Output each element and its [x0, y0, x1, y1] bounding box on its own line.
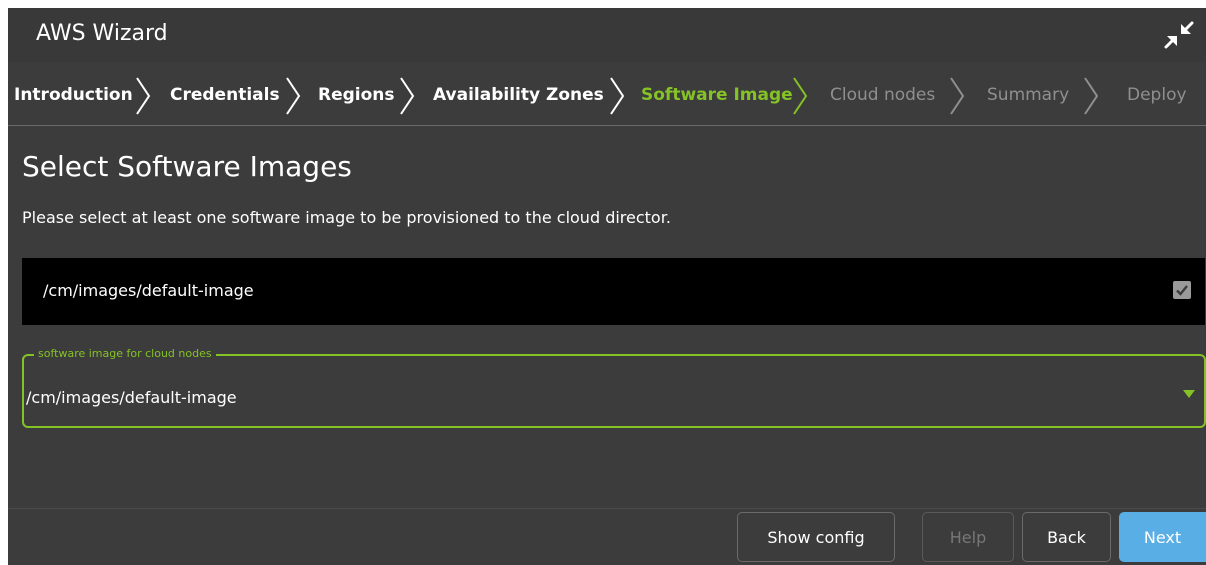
aws-wizard-window: AWS Wizard Introduction Credentials Regi…	[8, 8, 1206, 565]
title-bar: AWS Wizard	[8, 8, 1206, 62]
cloud-node-image-label: software image for cloud nodes	[34, 347, 216, 360]
next-button[interactable]: Next	[1119, 512, 1206, 562]
chevron-right-icon	[950, 77, 965, 115]
software-image-row[interactable]: /cm/images/default-image	[22, 258, 1205, 325]
step-availability-zones[interactable]: Availability Zones	[433, 70, 604, 122]
chevron-right-icon	[793, 77, 808, 115]
software-image-checkbox[interactable]	[1173, 281, 1191, 299]
help-button[interactable]: Help	[922, 512, 1014, 562]
software-image-path: /cm/images/default-image	[43, 281, 254, 300]
chevron-right-icon	[1084, 77, 1099, 115]
footer-divider	[8, 508, 1206, 509]
step-cloud-nodes: Cloud nodes	[830, 85, 936, 105]
show-config-button[interactable]: Show config	[737, 512, 895, 562]
collapse-arrows-icon[interactable]	[1164, 21, 1194, 49]
page-description: Please select at least one software imag…	[22, 208, 671, 227]
checkmark-icon	[1176, 285, 1188, 296]
caret-down-icon[interactable]	[1182, 389, 1196, 399]
chevron-right-icon	[136, 77, 151, 115]
chevron-right-icon	[286, 77, 301, 115]
step-deploy: Deploy	[1127, 85, 1187, 105]
page-title: Select Software Images	[22, 150, 352, 183]
chevron-right-icon	[610, 77, 625, 115]
steps-divider	[8, 125, 1206, 126]
chevron-right-icon	[400, 77, 415, 115]
back-button[interactable]: Back	[1022, 512, 1111, 562]
wizard-steps: Introduction Credentials Regions Availab…	[8, 70, 1206, 122]
window-title: AWS Wizard	[36, 21, 168, 46]
step-summary: Summary	[987, 85, 1070, 105]
cloud-node-image-select[interactable]: software image for cloud nodes /cm/image…	[22, 347, 1206, 428]
cloud-node-image-value: /cm/images/default-image	[26, 388, 237, 407]
step-credentials[interactable]: Credentials	[170, 70, 280, 122]
step-software-image[interactable]: Software Image	[641, 70, 793, 122]
step-regions[interactable]: Regions	[318, 70, 395, 122]
step-introduction[interactable]: Introduction	[14, 70, 133, 122]
